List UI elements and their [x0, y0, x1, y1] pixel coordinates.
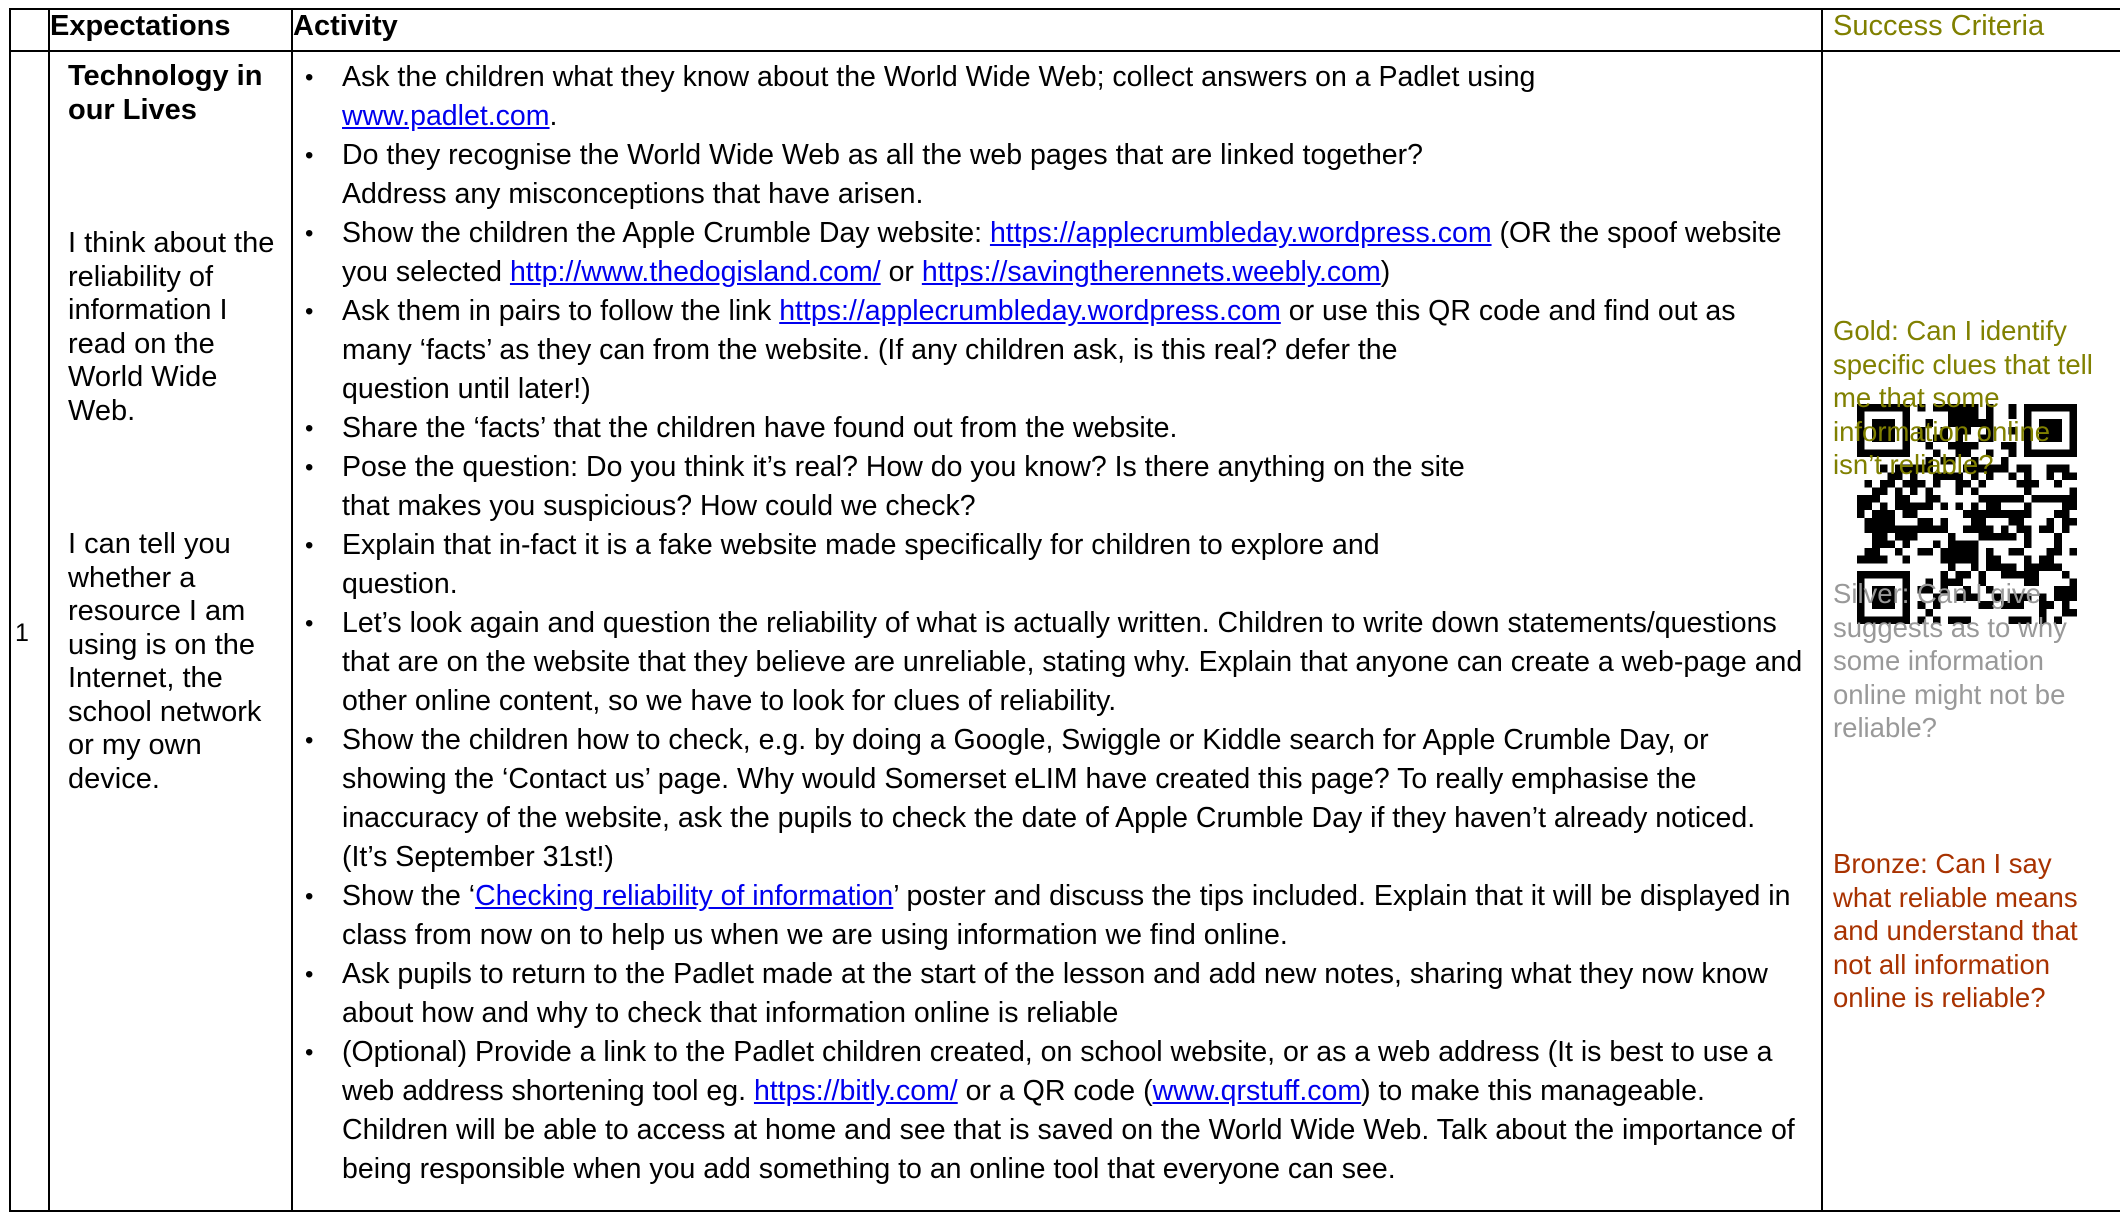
- activity-item: Share the ‘facts’ that the children have…: [293, 409, 1821, 448]
- activity-item: Ask pupils to return to the Padlet made …: [293, 955, 1821, 1033]
- lesson-plan-table: Expectations Activity Success Criteria 1…: [9, 8, 2120, 1212]
- activity-text: Share the ‘facts’ that the children have…: [342, 412, 1178, 444]
- success-criteria-cell: Gold: Can I identify specific clues that…: [1821, 50, 2120, 1212]
- activity-text: that makes you suspicious? How could we …: [342, 490, 976, 522]
- activity-text: Do they recognise the World Wide Web as …: [342, 139, 1423, 210]
- header-expectations: Expectations: [48, 8, 293, 52]
- activity-item: Ask the children what they know about th…: [293, 58, 1821, 136]
- applecrumble-link-2[interactable]: https://applecrumbleday.wordpress.com: [779, 295, 1281, 327]
- activity-text: Show the children how to check, e.g. by …: [342, 724, 1756, 873]
- header-success-criteria: Success Criteria: [1821, 8, 2120, 52]
- lesson-row: 1 Technology in our Lives I think about …: [9, 50, 2120, 1212]
- expectations-cell: Technology in our Lives I think about th…: [48, 50, 293, 1212]
- activity-text: Explain that in-fact it is a fake websit…: [342, 529, 1380, 561]
- activity-item: (Optional) Provide a link to the Padlet …: [293, 1033, 1821, 1189]
- activity-item: Show the ‘Checking reliability of inform…: [293, 877, 1821, 955]
- dogisland-link[interactable]: http://www.thedogisland.com/: [510, 256, 881, 288]
- padlet-link[interactable]: www.padlet.com: [342, 100, 550, 132]
- activity-item: Show the children how to check, e.g. by …: [293, 721, 1821, 877]
- silver-criteria: Silver: Can I give suggests as to why so…: [1833, 578, 2067, 743]
- header-activity: Activity: [291, 8, 1823, 52]
- header-number: [9, 8, 50, 52]
- activity-text: Ask the children what they know about th…: [342, 61, 1536, 93]
- topic-title: Technology in our Lives: [68, 60, 263, 126]
- applecrumble-link[interactable]: https://applecrumbleday.wordpress.com: [990, 217, 1492, 249]
- activity-text: Ask pupils to return to the Padlet made …: [342, 958, 1768, 1029]
- activity-text: Show the children the Apple Crumble Day …: [342, 217, 983, 249]
- activity-text: question until later!): [342, 373, 591, 405]
- activity-item: Explain that in-fact it is a fake websit…: [293, 526, 1821, 604]
- checking-reliability-link[interactable]: Checking reliability of information: [475, 880, 893, 912]
- activity-text: ): [1380, 256, 1391, 288]
- qrstuff-link[interactable]: www.qrstuff.com: [1153, 1075, 1362, 1107]
- activity-text: question.: [342, 568, 458, 600]
- activity-cell: Ask the children what they know about th…: [291, 50, 2077, 1212]
- activity-text: many ‘facts’ as they can from the websit…: [342, 334, 1398, 366]
- activity-text: or use this QR code and find out as: [1288, 295, 1736, 327]
- activity-item: Let’s look again and question the reliab…: [293, 604, 1821, 721]
- bronze-criteria: Bronze: Can I say what reliable means an…: [1833, 848, 2078, 1013]
- activity-list: Ask the children what they know about th…: [293, 52, 1821, 1189]
- activity-item: Pose the question: Do you think it’s rea…: [293, 448, 1821, 526]
- activity-text: Show the ‘: [342, 880, 476, 912]
- expectation-resource-location: I can tell you whether a resource I am u…: [68, 528, 262, 795]
- expectation-reliability: I think about the reliability of informa…: [68, 227, 275, 427]
- activity-text: .: [549, 100, 558, 132]
- activity-text: Ask them in pairs to follow the link: [342, 295, 772, 327]
- activity-item: Ask them in pairs to follow the link htt…: [293, 292, 1821, 409]
- gold-criteria: Gold: Can I identify specific clues that…: [1833, 315, 2093, 480]
- header-row: Expectations Activity Success Criteria: [9, 8, 2120, 52]
- savingtherennets-link[interactable]: https://savingtherennets.weebly.com: [922, 256, 1381, 288]
- activity-text: Let’s look again and question the reliab…: [342, 607, 1803, 717]
- activity-text: or: [888, 256, 914, 288]
- activity-text: Pose the question: Do you think it’s rea…: [342, 451, 1465, 483]
- row-number-cell: 1: [9, 50, 50, 1212]
- activity-text: or a QR code (: [965, 1075, 1153, 1107]
- row-number: 1: [15, 619, 29, 647]
- bitly-link[interactable]: https://bitly.com/: [754, 1075, 958, 1107]
- activity-item: Show the children the Apple Crumble Day …: [293, 214, 1821, 292]
- activity-item: Do they recognise the World Wide Web as …: [293, 136, 1821, 214]
